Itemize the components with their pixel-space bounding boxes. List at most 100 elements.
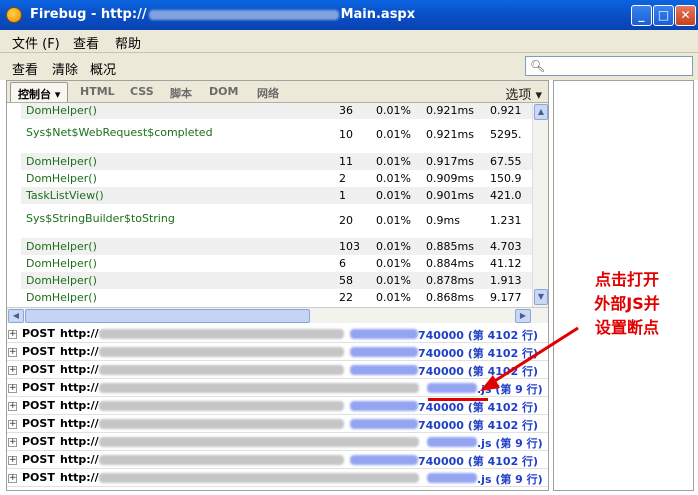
source-link[interactable]: 740000 (第 4102 行)	[418, 363, 538, 379]
expand-icon[interactable]: +	[8, 330, 17, 339]
calls-cell: 11	[339, 155, 353, 168]
blurred-source	[427, 383, 477, 393]
table-row[interactable]: DomHelper() 103 0.01% 0.885ms 4.703	[21, 238, 532, 255]
expand-icon[interactable]: +	[8, 402, 17, 411]
scroll-down-icon[interactable]: ▼	[534, 289, 548, 305]
source-link[interactable]: 740000 (第 4102 行)	[418, 345, 538, 361]
blurred-url	[99, 437, 419, 447]
horizontal-scrollbar[interactable]: ◀ ▶	[7, 307, 548, 323]
function-link[interactable]: Sys$Net$WebRequest$completed	[26, 126, 213, 139]
calls-cell: 20	[339, 214, 353, 227]
menu-view[interactable]: 查看	[73, 33, 99, 52]
source-link[interactable]: 740000 (第 4102 行)	[418, 417, 538, 433]
function-link[interactable]: DomHelper()	[26, 257, 97, 270]
scroll-right-icon[interactable]: ▶	[515, 309, 531, 323]
list-item[interactable]: + POST http:// 740000 (第 4102 行)	[7, 325, 548, 343]
expand-icon[interactable]: +	[8, 474, 17, 483]
scroll-up-icon[interactable]: ▲	[534, 104, 548, 120]
percent-cell: 0.01%	[376, 274, 411, 287]
source-link[interactable]: .js (第 9 行)	[477, 471, 543, 487]
source-link[interactable]: .js (第 9 行)	[477, 381, 543, 397]
request-url[interactable]: http://	[60, 345, 99, 358]
time-cell: 0.884ms	[426, 257, 474, 270]
table-row[interactable]: DomHelper() 36 0.01% 0.921ms 0.921	[21, 103, 532, 119]
blurred-url	[99, 329, 344, 339]
blurred-source	[427, 437, 477, 447]
profile-button[interactable]: 概况	[90, 59, 116, 78]
request-url[interactable]: http://	[60, 471, 99, 484]
list-item[interactable]: + POST http:// 740000 (第 4102 行)	[7, 361, 548, 379]
firebug-icon	[6, 7, 22, 23]
function-link[interactable]: DomHelper()	[26, 155, 97, 168]
title-bar: Firebug - http:// Main.aspx _ □ ✕	[0, 0, 698, 30]
list-item[interactable]: + POST http:// .js (第 9 行)	[7, 469, 548, 487]
own-time-cell: 421.0	[490, 189, 522, 202]
clear-button[interactable]: 清除	[52, 59, 78, 78]
function-link[interactable]: DomHelper()	[26, 291, 97, 304]
source-link[interactable]: 740000 (第 4102 行)	[418, 453, 538, 469]
request-method: POST	[22, 417, 55, 430]
menu-help[interactable]: 帮助	[115, 33, 141, 52]
table-row[interactable]: DomHelper() 2 0.01% 0.909ms 150.9	[21, 170, 532, 187]
list-item[interactable]: + POST http:// 740000 (第 4102 行)	[7, 343, 548, 361]
highlight-underline	[428, 398, 488, 401]
table-row[interactable]: TaskListView() 1 0.01% 0.901ms 421.0	[21, 187, 532, 204]
request-url[interactable]: http://	[60, 399, 99, 412]
expand-icon[interactable]: +	[8, 456, 17, 465]
tab-net[interactable]: 网络	[257, 85, 279, 101]
request-url[interactable]: http://	[60, 381, 99, 394]
tab-dom[interactable]: DOM	[209, 85, 238, 98]
tab-html[interactable]: HTML	[80, 85, 115, 98]
percent-cell: 0.01%	[376, 214, 411, 227]
request-url[interactable]: http://	[60, 453, 99, 466]
menu-file[interactable]: 文件 (F)	[12, 33, 60, 52]
table-row[interactable]: DomHelper() 11 0.01% 0.917ms 67.55	[21, 153, 532, 170]
function-link[interactable]: DomHelper()	[26, 172, 97, 185]
function-link[interactable]: Sys$StringBuilder$toString	[26, 212, 175, 225]
expand-icon[interactable]: +	[8, 384, 17, 393]
function-link[interactable]: DomHelper()	[26, 240, 97, 253]
function-link[interactable]: DomHelper()	[26, 104, 97, 117]
request-url[interactable]: http://	[60, 417, 99, 430]
tab-console[interactable]: 控制台 ▾	[10, 82, 69, 102]
request-url[interactable]: http://	[60, 327, 99, 340]
list-item[interactable]: + POST http:// 740000 (第 4102 行)	[7, 415, 548, 433]
source-link[interactable]: 740000 (第 4102 行)	[418, 399, 538, 415]
list-item[interactable]: + POST http:// .js (第 9 行)	[7, 433, 548, 451]
request-method: POST	[22, 381, 55, 394]
tab-script[interactable]: 脚本	[170, 85, 192, 101]
tab-css[interactable]: CSS	[130, 85, 154, 98]
options-menu[interactable]: 选项 ▾	[505, 84, 542, 103]
function-link[interactable]: DomHelper()	[26, 274, 97, 287]
request-method: POST	[22, 363, 55, 376]
percent-cell: 0.01%	[376, 128, 411, 141]
expand-icon[interactable]: +	[8, 420, 17, 429]
expand-icon[interactable]: +	[8, 366, 17, 375]
list-item[interactable]: + POST http:// .js (第 9 行)	[7, 379, 548, 397]
vertical-scrollbar[interactable]: ▲ ▼	[532, 103, 548, 307]
table-row[interactable]: DomHelper() 58 0.01% 0.878ms 1.913	[21, 272, 532, 289]
scroll-thumb[interactable]	[25, 309, 310, 323]
table-row[interactable]: DomHelper() 22 0.01% 0.868ms 9.177	[21, 289, 532, 306]
maximize-button[interactable]: □	[653, 5, 674, 26]
table-row[interactable]: DomHelper() 6 0.01% 0.884ms 41.12	[21, 255, 532, 272]
search-input[interactable]: 🔍︎	[525, 56, 693, 76]
expand-icon[interactable]: +	[8, 438, 17, 447]
table-row[interactable]: Sys$Net$WebRequest$completed 10 0.01% 0.…	[21, 119, 532, 153]
expand-icon[interactable]: +	[8, 348, 17, 357]
table-row[interactable]: Sys$StringBuilder$toString 20 0.01% 0.9m…	[21, 204, 532, 238]
source-link[interactable]: .js (第 9 行)	[477, 435, 543, 451]
list-item[interactable]: + POST http:// 740000 (第 4102 行)	[7, 451, 548, 469]
scroll-left-icon[interactable]: ◀	[8, 309, 24, 323]
close-button[interactable]: ✕	[675, 5, 696, 26]
inspect-button[interactable]: 查看	[12, 59, 38, 78]
own-time-cell: 150.9	[490, 172, 522, 185]
request-url[interactable]: http://	[60, 435, 99, 448]
request-url[interactable]: http://	[60, 363, 99, 376]
blurred-source	[427, 473, 477, 483]
percent-cell: 0.01%	[376, 189, 411, 202]
blurred-source	[350, 347, 418, 357]
function-link[interactable]: TaskListView()	[26, 189, 104, 202]
minimize-button[interactable]: _	[631, 5, 652, 26]
source-link[interactable]: 740000 (第 4102 行)	[418, 327, 538, 343]
